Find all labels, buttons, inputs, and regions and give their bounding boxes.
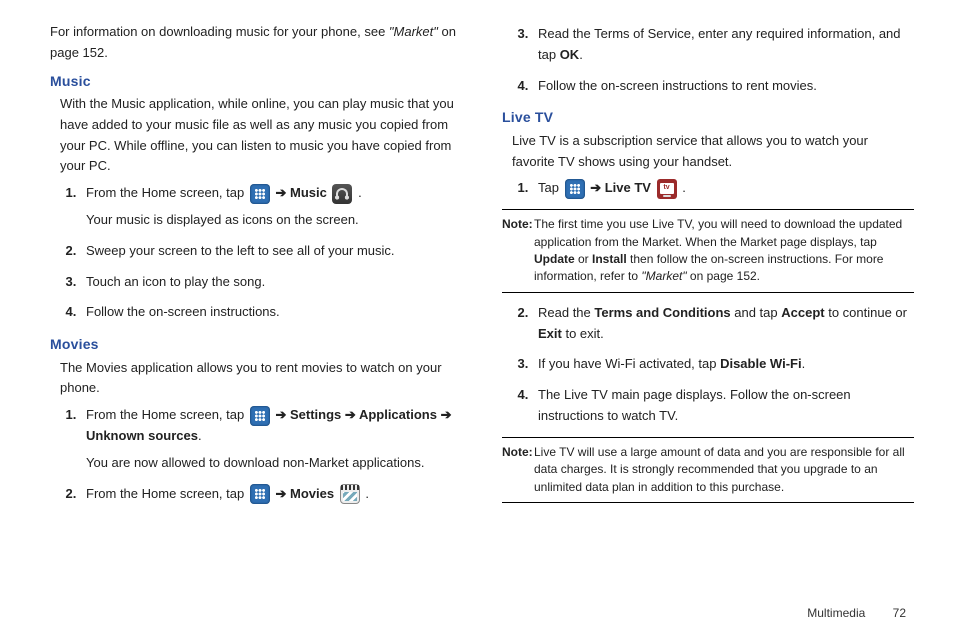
livetv-step2-post: to exit. [562, 326, 604, 341]
manual-page: For information on downloading music for… [0, 0, 954, 636]
music-step1-pre: From the Home screen, tap [86, 185, 248, 200]
note-body-2: Live TV will use a large amount of data … [534, 444, 914, 496]
note-body-1: The first time you use Live TV, you will… [534, 216, 914, 286]
install-label: Install [592, 252, 627, 266]
period: . [682, 180, 686, 195]
intro-text-pre: For information on downloading music for… [50, 24, 389, 39]
livetv-step2-mid2: to continue or [825, 305, 907, 320]
arrow-icon: ➔ [441, 407, 452, 422]
apps-grid-icon [565, 179, 585, 199]
music-step-2: Sweep your screen to the left to see all… [80, 241, 462, 262]
music-step-4: Follow the on-screen instructions. [80, 302, 462, 323]
livetv-step-1: Tap ➔ Live TV . [532, 178, 914, 199]
livetv-step-4: The Live TV main page displays. Follow t… [532, 385, 914, 427]
livetv-step2-mid: and tap [731, 305, 782, 320]
music-paragraph: With the Music application, while online… [60, 94, 462, 177]
disable-wifi-label: Disable Wi-Fi [720, 356, 802, 371]
apps-grid-icon [250, 406, 270, 426]
livetv-step-3: If you have Wi-Fi activated, tap Disable… [532, 354, 914, 375]
movies-steps: From the Home screen, tap ➔ Settings ➔ A… [80, 405, 462, 504]
terms-label: Terms and Conditions [594, 305, 730, 320]
livetv-step1-pre: Tap [538, 180, 563, 195]
tv-icon [657, 179, 677, 199]
arrow-icon: ➔ [275, 185, 290, 200]
note-label: Note: [502, 216, 533, 233]
livetv-step3-pre: If you have Wi-Fi activated, tap [538, 356, 720, 371]
movies-step-2: From the Home screen, tap ➔ Movies . [80, 484, 462, 505]
exit-label: Exit [538, 326, 562, 341]
intro-paragraph: For information on downloading music for… [50, 22, 462, 64]
music-step1-sub: Your music is displayed as icons on the … [86, 210, 462, 231]
livetv-heading: Live TV [502, 106, 914, 128]
movies-step-1: From the Home screen, tap ➔ Settings ➔ A… [80, 405, 462, 473]
intro-link: "Market" [389, 24, 438, 39]
music-step1-post: . [358, 185, 362, 200]
livetv-steps-a: Tap ➔ Live TV . [532, 178, 914, 199]
unknown-sources-label: Unknown sources [86, 428, 198, 443]
note1-link: "Market" [641, 269, 686, 283]
apps-grid-icon [250, 184, 270, 204]
accept-label: Accept [781, 305, 824, 320]
livetv-step-2: Read the Terms and Conditions and tap Ac… [532, 303, 914, 345]
note1-post: on page 152. [687, 269, 760, 283]
footer-section: Multimedia [807, 606, 865, 620]
livetv-paragraph: Live TV is a subscription service that a… [512, 131, 914, 173]
period: . [365, 486, 369, 501]
movies-step-4: Follow the on-screen instructions to ren… [532, 76, 914, 97]
livetv-label: Live TV [605, 180, 651, 195]
period: . [579, 47, 583, 62]
arrow-icon: ➔ [275, 486, 290, 501]
settings-label: Settings [290, 407, 341, 422]
livetv-steps-b: Read the Terms and Conditions and tap Ac… [532, 303, 914, 427]
movies-paragraph: The Movies application allows you to ren… [60, 358, 462, 400]
apps-grid-icon [250, 484, 270, 504]
arrow-icon: ➔ [590, 180, 605, 195]
footer-page-number: 72 [893, 606, 906, 620]
ok-label: OK [560, 47, 580, 62]
note-block-1: Note: The first time you use Live TV, yo… [502, 209, 914, 293]
left-column: For information on downloading music for… [50, 20, 462, 616]
note-label: Note: [502, 444, 533, 461]
movies-steps-cont: Read the Terms of Service, enter any req… [532, 24, 914, 96]
note-block-2: Note: Live TV will use a large amount of… [502, 437, 914, 503]
movies-step2-pre: From the Home screen, tap [86, 486, 248, 501]
period: . [198, 428, 202, 443]
movies-step-3: Read the Terms of Service, enter any req… [532, 24, 914, 66]
headphones-icon [332, 184, 352, 204]
music-step-1: From the Home screen, tap ➔ Music . Your… [80, 183, 462, 231]
music-label: Music [290, 185, 327, 200]
music-step-3: Touch an icon to play the song. [80, 272, 462, 293]
music-heading: Music [50, 70, 462, 92]
right-column: Read the Terms of Service, enter any req… [502, 20, 914, 616]
music-steps: From the Home screen, tap ➔ Music . Your… [80, 183, 462, 323]
clapperboard-icon [340, 484, 360, 504]
movies-heading: Movies [50, 333, 462, 355]
arrow-icon: ➔ [345, 407, 359, 422]
livetv-step2-pre: Read the [538, 305, 594, 320]
note1-pre: The first time you use Live TV, you will… [534, 217, 902, 248]
page-footer: Multimedia 72 [807, 606, 906, 620]
update-label: Update [534, 252, 575, 266]
movies-step1-pre: From the Home screen, tap [86, 407, 248, 422]
note1-or: or [575, 252, 592, 266]
movies-label: Movies [290, 486, 334, 501]
movies-step3-pre: Read the Terms of Service, enter any req… [538, 26, 901, 62]
period: . [802, 356, 806, 371]
applications-label: Applications [359, 407, 437, 422]
movies-step1-sub: You are now allowed to download non-Mark… [86, 453, 462, 474]
arrow-icon: ➔ [275, 407, 290, 422]
